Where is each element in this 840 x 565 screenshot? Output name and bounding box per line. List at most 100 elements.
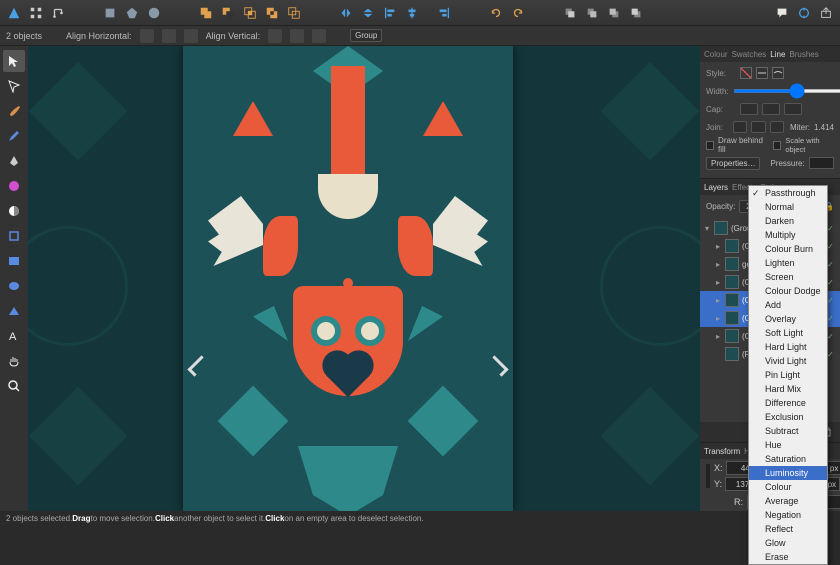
move-tool-icon[interactable] — [3, 50, 25, 72]
bool-intersect-icon[interactable] — [240, 3, 260, 23]
grid-icon[interactable] — [26, 3, 46, 23]
cap-butt-icon[interactable] — [740, 103, 758, 115]
ctx-align-right-icon[interactable] — [184, 29, 198, 43]
ellipse-tool-icon[interactable] — [3, 275, 25, 297]
chat-icon[interactable] — [772, 3, 792, 23]
flip-v-icon[interactable] — [358, 3, 378, 23]
blend-option[interactable]: Pin Light — [749, 368, 827, 382]
tab-line[interactable]: Line — [770, 50, 785, 59]
style-solid-icon[interactable] — [756, 67, 768, 79]
crop-tool-icon[interactable] — [3, 225, 25, 247]
bool-xor-icon[interactable] — [262, 3, 282, 23]
blend-option[interactable]: Multiply — [749, 228, 827, 242]
scale-checkbox[interactable] — [773, 141, 781, 150]
blend-option[interactable]: Glow — [749, 536, 827, 550]
blend-option[interactable]: Darken — [749, 214, 827, 228]
ctx-align-bottom-icon[interactable] — [312, 29, 326, 43]
flip-h-icon[interactable] — [336, 3, 356, 23]
order-forward-icon[interactable] — [604, 3, 624, 23]
tab-layers[interactable]: Layers — [704, 183, 728, 192]
style-none-icon[interactable] — [740, 67, 752, 79]
join-bevel-icon[interactable] — [770, 121, 784, 133]
share-icon[interactable] — [816, 3, 836, 23]
order-backward-icon[interactable] — [582, 3, 602, 23]
blend-option[interactable]: Screen — [749, 270, 827, 284]
blend-option[interactable]: Colour — [749, 480, 827, 494]
bool-subtract-icon[interactable] — [218, 3, 238, 23]
blend-option[interactable]: Negation — [749, 508, 827, 522]
join-round-icon[interactable] — [751, 121, 765, 133]
tool-strip: A — [0, 46, 28, 511]
blend-option[interactable]: Normal — [749, 200, 827, 214]
tab-transform[interactable]: Transform — [704, 447, 740, 456]
blend-option[interactable]: Difference — [749, 396, 827, 410]
pencil-tool-icon[interactable] — [3, 125, 25, 147]
blend-option[interactable]: Hard Mix — [749, 382, 827, 396]
cap-round-icon[interactable] — [762, 103, 780, 115]
node-tool-icon[interactable] — [3, 75, 25, 97]
shape-pentagon-icon[interactable] — [122, 3, 142, 23]
blend-option[interactable]: Soft Light — [749, 326, 827, 340]
triangle-tool-icon[interactable] — [3, 300, 25, 322]
bool-divide-icon[interactable] — [284, 3, 304, 23]
blend-option[interactable]: Colour Dodge — [749, 284, 827, 298]
order-front-icon[interactable] — [626, 3, 646, 23]
join-miter-icon[interactable] — [733, 121, 747, 133]
brush-tool-icon[interactable] — [3, 100, 25, 122]
width-slider[interactable] — [733, 89, 840, 93]
miter-label: Miter: — [790, 123, 810, 132]
blend-option[interactable]: Subtract — [749, 424, 827, 438]
blend-option[interactable]: Colour Burn — [749, 242, 827, 256]
artboard[interactable] — [183, 46, 513, 511]
tab-brushes[interactable]: Brushes — [789, 50, 818, 59]
align-center-icon[interactable] — [402, 3, 422, 23]
align-right-icon[interactable] — [434, 3, 454, 23]
blend-option[interactable]: Lighten — [749, 256, 827, 270]
canvas[interactable] — [28, 46, 700, 511]
blend-option[interactable]: Hard Light — [749, 340, 827, 354]
group-button[interactable]: Group — [350, 29, 382, 42]
properties-button[interactable]: Properties… — [706, 157, 760, 170]
blend-option[interactable]: Reflect — [749, 522, 827, 536]
settings-icon[interactable] — [794, 3, 814, 23]
ctx-align-left-icon[interactable] — [140, 29, 154, 43]
tab-colour[interactable]: Colour — [704, 50, 728, 59]
order-back-icon[interactable] — [560, 3, 580, 23]
ctx-align-hcenter-icon[interactable] — [162, 29, 176, 43]
cap-square-icon[interactable] — [784, 103, 802, 115]
text-tool-icon[interactable]: A — [3, 325, 25, 347]
miter-value[interactable]: 1.414 — [814, 123, 834, 132]
blend-option[interactable]: Passthrough — [749, 186, 827, 200]
zoom-tool-icon[interactable] — [3, 375, 25, 397]
blend-option[interactable]: Luminosity — [749, 466, 827, 480]
anchor-grid[interactable] — [706, 464, 710, 488]
blend-option[interactable]: Overlay — [749, 312, 827, 326]
blend-option[interactable]: Saturation — [749, 452, 827, 466]
hand-tool-icon[interactable] — [3, 350, 25, 372]
transparency-tool-icon[interactable] — [3, 200, 25, 222]
rect-tool-icon[interactable] — [3, 250, 25, 272]
pressure-curve[interactable] — [809, 157, 834, 169]
pen-tool-icon[interactable] — [3, 150, 25, 172]
bool-add-icon[interactable] — [196, 3, 216, 23]
align-left-icon[interactable] — [380, 3, 400, 23]
blend-option[interactable]: Average — [749, 494, 827, 508]
blend-option[interactable]: Exclusion — [749, 410, 827, 424]
blend-mode-menu[interactable]: PassthroughNormalDarkenMultiplyColour Bu… — [748, 185, 828, 565]
style-brush-icon[interactable] — [772, 67, 784, 79]
blend-option[interactable]: Erase — [749, 550, 827, 564]
rotate-cw-icon[interactable] — [508, 3, 528, 23]
blend-option[interactable]: Vivid Light — [749, 354, 827, 368]
branch-icon[interactable] — [48, 3, 68, 23]
style-label: Style: — [706, 69, 736, 78]
tab-swatches[interactable]: Swatches — [732, 50, 767, 59]
ctx-align-vcenter-icon[interactable] — [290, 29, 304, 43]
shape-circle-icon[interactable] — [144, 3, 164, 23]
ctx-align-top-icon[interactable] — [268, 29, 282, 43]
drawbehind-checkbox[interactable] — [706, 141, 714, 150]
shape-square-icon[interactable] — [100, 3, 120, 23]
blend-option[interactable]: Add — [749, 298, 827, 312]
rotate-ccw-icon[interactable] — [486, 3, 506, 23]
blend-option[interactable]: Hue — [749, 438, 827, 452]
fill-tool-icon[interactable] — [3, 175, 25, 197]
